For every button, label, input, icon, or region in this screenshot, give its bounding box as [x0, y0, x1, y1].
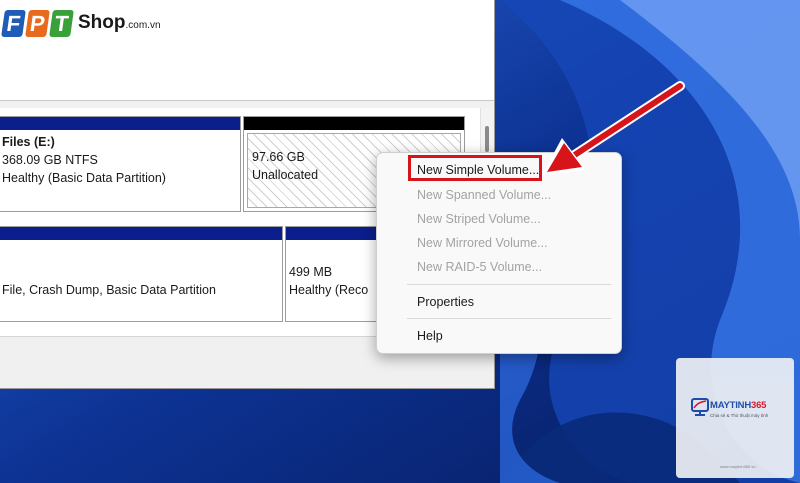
watermark-brand-num: 365 [751, 400, 767, 411]
watermark-url: www.maytinh365.vn [720, 464, 756, 469]
scrollbar-thumb[interactable] [485, 126, 489, 152]
watermark-brand-main: MAYTINH [710, 400, 752, 411]
menu-item-new-striped-volume: New Striped Volume... [417, 212, 541, 226]
menu-item-new-raid5-volume: New RAID-5 Volume... [417, 260, 543, 274]
partition-info: Files (E:) 368.09 GB NTFS Healthy (Basic… [2, 133, 237, 208]
menu-item-new-mirrored-volume: New Mirrored Volume... [417, 236, 548, 250]
partition-bar [0, 227, 282, 240]
maytinh365-watermark: MAYTINH365 Chia sẻ & Thủ thuật máy tính … [676, 358, 794, 478]
highlight-box [408, 155, 542, 181]
menu-item-help[interactable]: Help [417, 328, 443, 344]
partition-title: Files (E:) [2, 135, 55, 149]
logo-letter-p: P [25, 9, 50, 37]
fpt-shop-logo: F P T Shop.com.vn [1, 5, 161, 41]
watermark-brand: MAYTINH365 [710, 400, 766, 411]
partition-files-e[interactable]: Files (E:) 368.09 GB NTFS Healthy (Basic… [0, 116, 241, 212]
logo-letter-f: F [1, 9, 26, 37]
partition-size: 368.09 GB NTFS [2, 153, 98, 167]
menu-separator [407, 318, 611, 319]
logo-shop-text: Shop.com.vn [78, 12, 161, 34]
fpt-letters: F P T [1, 9, 74, 37]
menu-separator [407, 284, 611, 285]
partition-status: Healthy (Basic Data Partition) [2, 171, 166, 185]
monitor-logo-icon [691, 398, 709, 416]
logo-shop-name: Shop [78, 12, 126, 33]
logo-domain-suffix: .com.vn [125, 20, 161, 31]
red-arrow-icon [542, 81, 685, 175]
logo-letter-t: T [49, 9, 74, 37]
partition-status: File, Crash Dump, Basic Data Partition [2, 283, 216, 297]
partition-bar [0, 117, 240, 130]
partition-crash-dump[interactable]: File, Crash Dump, Basic Data Partition [0, 226, 283, 322]
watermark-tagline: Chia sẻ & Thủ thuật máy tính [710, 413, 769, 418]
menu-item-properties[interactable]: Properties [417, 294, 474, 310]
partition-info: File, Crash Dump, Basic Data Partition [2, 243, 279, 318]
partition-bar [244, 117, 464, 130]
